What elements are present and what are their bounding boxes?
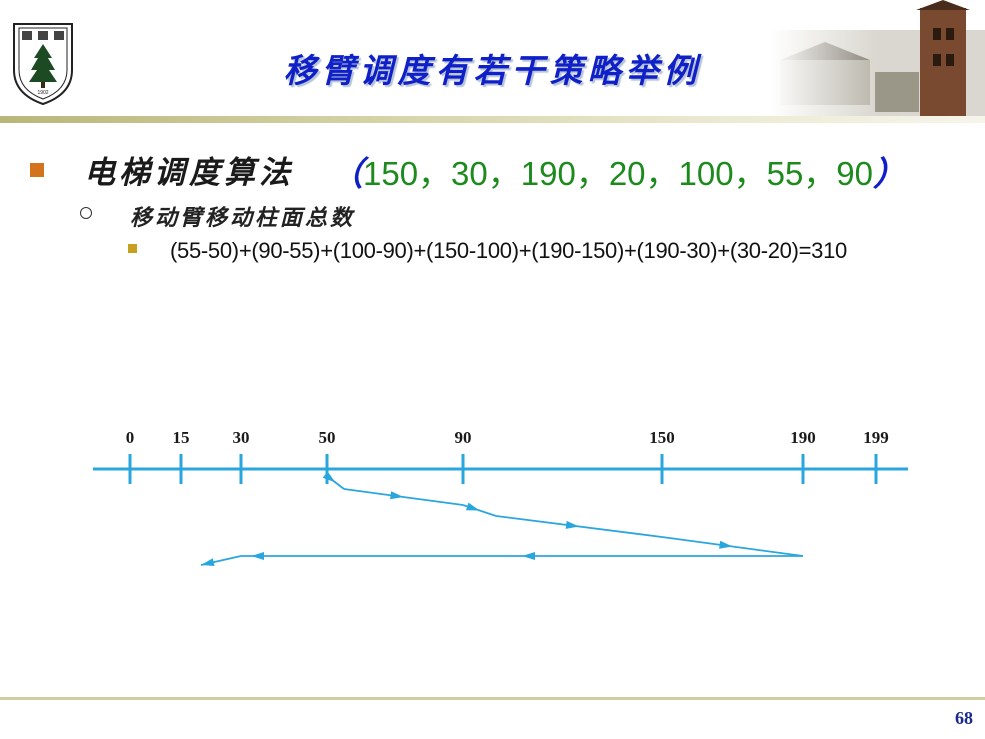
tick-label: 30 — [233, 428, 250, 447]
seek-arrow-head — [522, 552, 535, 560]
tick-label: 50 — [319, 428, 336, 447]
tick-label: 150 — [649, 428, 675, 447]
seek-arrow-head — [322, 471, 336, 483]
footer-divider — [0, 697, 985, 700]
seek-arrow-head — [719, 540, 733, 549]
seek-arrow-head — [565, 520, 580, 529]
page-number: 68 — [955, 708, 973, 728]
seek-arrow-head — [251, 552, 264, 560]
tick-label: 0 — [126, 428, 135, 447]
tick-label: 199 — [863, 428, 889, 447]
seek-arrow-head — [465, 502, 480, 511]
seek-arrow-head — [201, 558, 215, 567]
tick-label: 15 — [173, 428, 190, 447]
seek-path-diagram: 0 15 30 50 90 150 190 199 — [93, 428, 908, 567]
seek-arrow-head — [390, 491, 404, 500]
tick-label: 90 — [455, 428, 472, 447]
tick-label: 190 — [790, 428, 816, 447]
